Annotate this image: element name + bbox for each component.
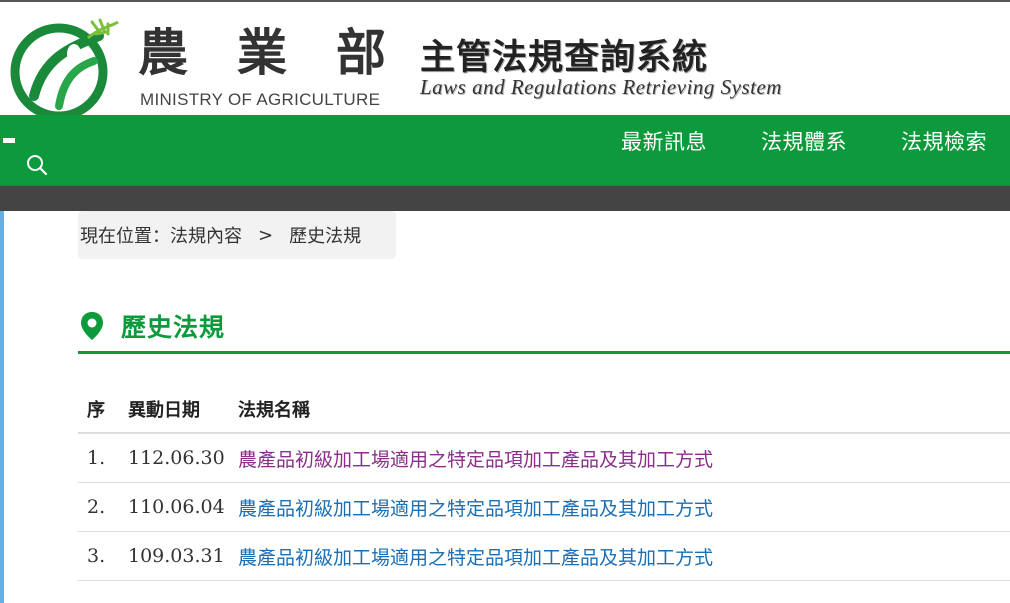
header-date: 異動日期 bbox=[128, 400, 200, 421]
row-seq: 1. bbox=[87, 447, 106, 469]
header-seq: 序 bbox=[87, 400, 105, 421]
ministry-char-2: 業 bbox=[237, 23, 289, 82]
table-row: 1. 112.06.30 農產品初級加工場適用之特定品項加工產品及其加工方式 bbox=[78, 434, 1010, 483]
nav-latest-news[interactable]: 最新訊息 bbox=[621, 126, 707, 156]
table-header: 序 異動日期 法規名稱 bbox=[78, 386, 1010, 434]
breadcrumb-separator: > bbox=[258, 224, 274, 246]
main-content: 現在位置：法規內容 > 歷史法規 歷史法規 序 異動日期 法規名稱 1. 112… bbox=[0, 211, 1010, 603]
system-title-en: Laws and Regulations Retrieving System bbox=[420, 75, 782, 99]
nav-regulation-system[interactable]: 法規體系 bbox=[761, 126, 847, 156]
ministry-name-en: MINISTRY OF AGRICULTURE bbox=[140, 90, 381, 109]
moa-leaf-logo-icon[interactable] bbox=[4, 16, 120, 116]
search-icon[interactable] bbox=[25, 153, 49, 177]
law-link[interactable]: 農產品初級加工場適用之特定品項加工產品及其加工方式 bbox=[238, 498, 713, 520]
page-title: 歷史法規 bbox=[121, 313, 226, 342]
left-edge-strip bbox=[0, 211, 4, 603]
law-link[interactable]: 農產品初級加工場適用之特定品項加工產品及其加工方式 bbox=[238, 449, 713, 471]
menu-toggle-icon[interactable] bbox=[3, 138, 15, 143]
main-nav: 最新訊息 法規體系 法規檢索 bbox=[0, 115, 1010, 185]
nav-divider-bar bbox=[0, 185, 1010, 211]
table-row: 2. 110.06.04 農產品初級加工場適用之特定品項加工產品及其加工方式 bbox=[78, 483, 1010, 532]
row-name-cell: 農產品初級加工場適用之特定品項加工產品及其加工方式 bbox=[238, 494, 1010, 521]
system-title-cn: 主管法規查詢系統 bbox=[420, 38, 709, 78]
law-link[interactable]: 農產品初級加工場適用之特定品項加工產品及其加工方式 bbox=[238, 547, 713, 569]
history-table: 序 異動日期 法規名稱 1. 112.06.30 農產品初級加工場適用之特定品項… bbox=[78, 386, 1010, 581]
breadcrumb: 現在位置：法規內容 > 歷史法規 bbox=[78, 211, 396, 259]
ministry-char-3: 部 bbox=[336, 23, 388, 82]
row-date: 112.06.30 bbox=[128, 447, 225, 469]
breadcrumb-prefix[interactable]: 現在位置：法規內容 bbox=[80, 222, 242, 248]
nav-regulation-search[interactable]: 法規檢索 bbox=[901, 126, 987, 156]
table-row: 3. 109.03.31 農產品初級加工場適用之特定品項加工產品及其加工方式 bbox=[78, 532, 1010, 581]
breadcrumb-current: 歷史法規 bbox=[289, 226, 362, 247]
row-seq: 3. bbox=[87, 545, 106, 567]
row-date: 109.03.31 bbox=[128, 545, 225, 567]
section-heading: 歷史法規 bbox=[78, 306, 225, 346]
row-name-cell: 農產品初級加工場適用之特定品項加工產品及其加工方式 bbox=[238, 445, 1010, 472]
row-name-cell: 農產品初級加工場適用之特定品項加工產品及其加工方式 bbox=[238, 543, 1010, 570]
map-pin-icon bbox=[81, 312, 103, 340]
ministry-char-1: 農 bbox=[138, 23, 190, 82]
title-divider bbox=[78, 351, 1010, 354]
site-header: 農 業 部 MINISTRY OF AGRICULTURE 主管法規查詢系統 L… bbox=[0, 0, 1010, 116]
row-seq: 2. bbox=[87, 496, 106, 518]
ministry-name-cn: 農 業 部 bbox=[138, 16, 388, 82]
header-name: 法規名稱 bbox=[238, 400, 310, 421]
row-date: 110.06.04 bbox=[128, 496, 225, 518]
